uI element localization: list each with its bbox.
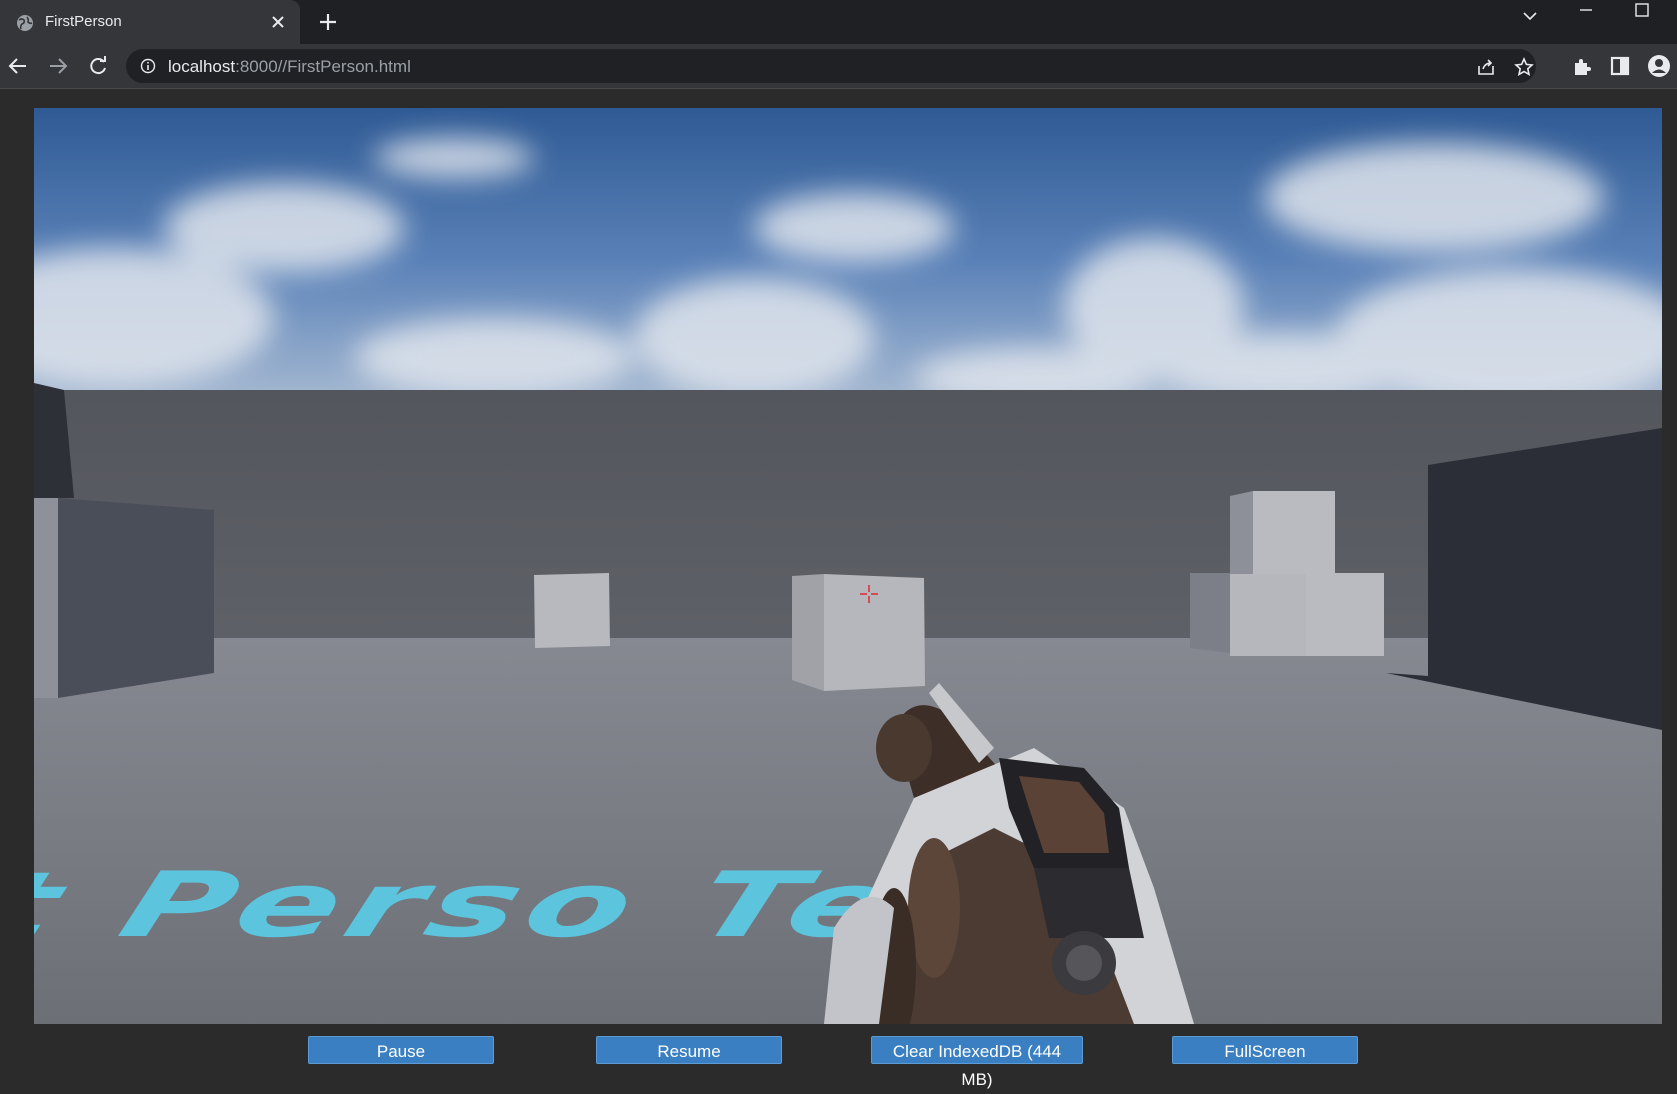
tab-title: FirstPerson xyxy=(45,13,122,30)
share-icon[interactable] xyxy=(1476,57,1496,77)
back-icon[interactable] xyxy=(6,54,30,78)
browser-toolbar: localhost:8000//FirstPerson.html xyxy=(0,44,1677,88)
browser-tab[interactable]: FirstPerson xyxy=(0,0,300,44)
side-panel-icon[interactable] xyxy=(1608,54,1632,78)
url-host: localhost xyxy=(168,57,236,76)
cube-right-bottom-a xyxy=(1230,573,1306,656)
cube-center-side xyxy=(792,574,824,691)
extensions-icon[interactable] xyxy=(1570,54,1594,78)
clear-indexeddb-button[interactable]: Clear IndexedDB (444 MB) xyxy=(871,1036,1083,1089)
maximize-icon[interactable] xyxy=(1632,0,1652,20)
cube-right-bottom-b xyxy=(1306,573,1384,656)
fullscreen-button[interactable]: FullScreen xyxy=(1172,1036,1358,1064)
cube-right-top xyxy=(1253,491,1335,574)
url-path: :8000//FirstPerson.html xyxy=(235,57,411,76)
resume-button[interactable]: Resume xyxy=(596,1036,782,1064)
minimize-icon[interactable] xyxy=(1576,0,1596,20)
cube-right-top-side xyxy=(1230,491,1253,574)
bookmark-star-icon[interactable] xyxy=(1514,57,1534,77)
game-canvas[interactable]: t Perso Tem xyxy=(34,108,1662,1024)
url-text: localhost:8000//FirstPerson.html xyxy=(168,57,411,77)
cube-small xyxy=(534,573,610,648)
cube-center-front xyxy=(824,574,925,691)
reload-icon[interactable] xyxy=(86,54,110,78)
site-info-icon[interactable] xyxy=(140,58,156,74)
tab-search-icon[interactable] xyxy=(1520,6,1540,26)
close-tab-icon[interactable] xyxy=(270,14,286,30)
forward-icon[interactable] xyxy=(46,54,70,78)
globe-icon xyxy=(17,15,33,31)
left-block-side xyxy=(58,498,214,698)
game-scene: t Perso Tem xyxy=(34,108,1662,1024)
address-bar[interactable]: localhost:8000//FirstPerson.html xyxy=(126,49,1536,83)
toolbar-divider xyxy=(0,88,1677,89)
left-block-front xyxy=(34,498,58,698)
new-tab-icon[interactable] xyxy=(318,12,338,32)
profile-icon[interactable] xyxy=(1647,54,1671,78)
tab-strip: FirstPerson xyxy=(0,0,1677,44)
pause-button[interactable]: Pause xyxy=(308,1036,494,1064)
cube-right-shadow xyxy=(1190,573,1230,653)
